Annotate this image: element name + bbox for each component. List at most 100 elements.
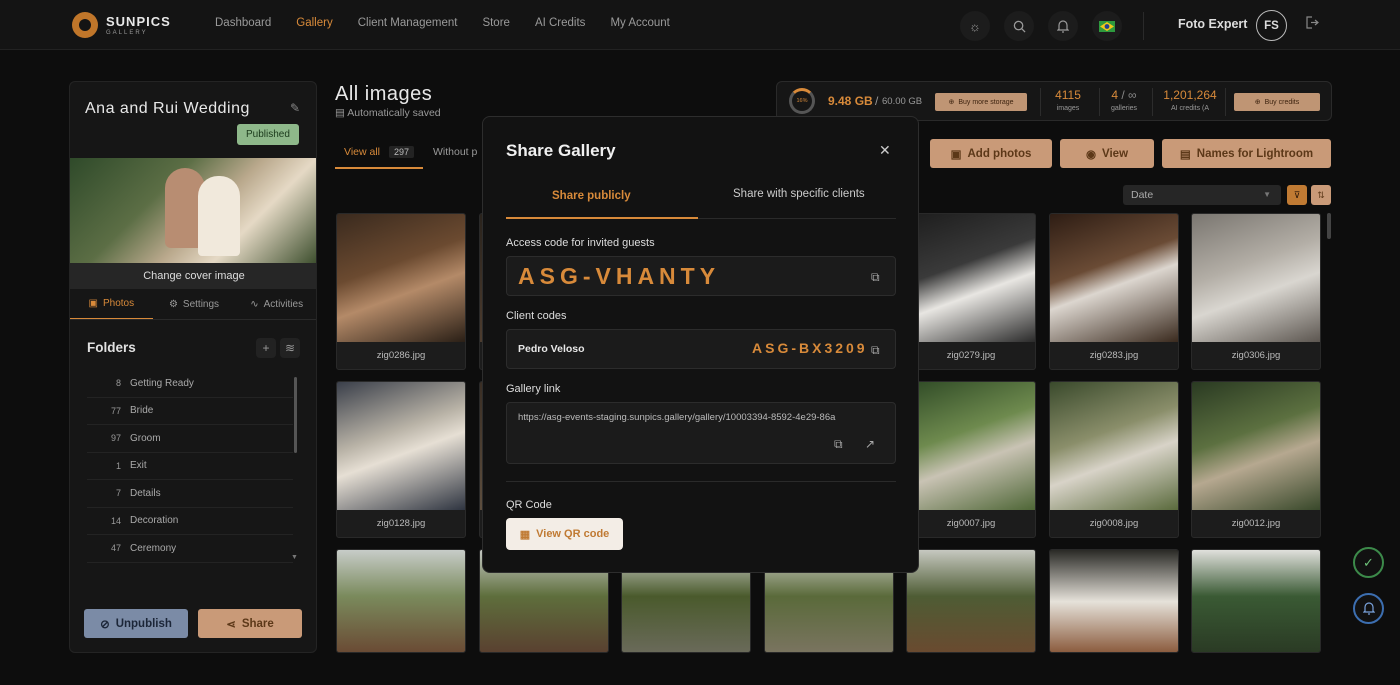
photo-card[interactable] [1049,549,1179,653]
photo-card[interactable]: zig0283.jpg [1049,213,1179,370]
photo-card[interactable] [1191,549,1321,653]
photo-thumbnail[interactable] [907,550,1035,652]
view-qr-button[interactable]: ▦ View QR code [506,518,623,550]
brazil-flag-icon[interactable] [1092,11,1122,41]
images-count: 4115 [1055,88,1081,102]
client-name: Pedro Veloso [518,343,585,355]
photo-thumbnail[interactable] [1050,214,1178,342]
nav-gallery[interactable]: Gallery [296,17,332,29]
close-icon[interactable]: ✕ [879,142,891,159]
user-name[interactable]: Foto Expert [1178,17,1247,31]
tab-share-publicly[interactable]: Share publicly [552,190,631,202]
scroll-down-icon[interactable]: ▼ [291,554,298,561]
autosave-text: Automatically saved [347,107,441,119]
copy-icon[interactable]: ⧉ [871,343,880,358]
tab-activities[interactable]: ∿ Activities [235,289,316,319]
photo-card[interactable]: zig0128.jpg [336,381,466,538]
photo-thumbnail[interactable] [1050,550,1178,652]
nav-my-account[interactable]: My Account [610,17,669,29]
tab-without[interactable]: Without p [433,146,477,158]
share-button[interactable]: ⋖ Share [198,609,302,638]
photo-card[interactable]: zig0008.jpg [1049,381,1179,538]
copy-icon[interactable]: ⧉ [834,437,843,452]
nav-store[interactable]: Store [482,17,510,29]
sun-theme-icon[interactable]: ☼ [960,11,990,41]
client-code: ASG-BX3209 [752,340,868,356]
notification-bell-icon[interactable] [1353,593,1384,624]
nav-dashboard[interactable]: Dashboard [215,17,271,29]
photo-thumbnail[interactable] [337,382,465,510]
share-icon: ⋖ [226,618,236,631]
photo-thumbnail[interactable] [907,382,1035,510]
photo-filename: zig0279.jpg [946,350,996,361]
folder-item[interactable]: 97 Groom [87,425,293,453]
folder-item[interactable]: 8 Getting Ready [87,370,293,398]
buy-credits-button[interactable]: ⊕ Buy credits [1234,93,1320,111]
folder-item[interactable]: 7 Details [87,480,293,508]
gallery-link[interactable]: https://asg-events-staging.sunpics.galle… [518,412,880,423]
tab-settings[interactable]: ⚙ Settings [153,289,236,319]
photo-filename: zig0128.jpg [376,518,426,529]
photo-thumbnail[interactable] [1192,550,1320,652]
logo[interactable]: SUNPICS GALLERY [72,12,171,38]
buy-storage-button[interactable]: ⊕ Buy more storage [935,93,1027,111]
folder-name: Exit [130,460,147,472]
photo-card[interactable] [336,549,466,653]
folder-item[interactable]: 77 Bride [87,398,293,425]
nav-ai-credits[interactable]: AI Credits [535,17,586,29]
photo-card[interactable]: zig0012.jpg [1191,381,1321,538]
photo-card[interactable]: zig0007.jpg [906,381,1036,538]
copy-icon[interactable]: ⧉ [871,270,880,285]
folders-title: Folders [87,340,136,355]
check-icon[interactable]: ✓ [1353,547,1384,578]
external-link-icon[interactable]: ↗ [865,437,875,451]
search-icon[interactable] [1004,11,1034,41]
folder-item[interactable]: 47 Ceremony [87,535,293,563]
client-codes-label: Client codes [506,310,567,322]
client-code-row: Pedro Veloso ASG-BX3209 ⧉ [506,329,896,369]
names-lightroom-button[interactable]: ▤ Names for Lightroom [1162,139,1331,168]
brand-sub: GALLERY [106,29,148,36]
folder-count: 77 [110,405,121,416]
avatar[interactable]: FS [1256,10,1287,41]
view-button[interactable]: ◉ View [1060,139,1154,168]
photo-thumbnail[interactable] [1192,382,1320,510]
grid-scrollbar[interactable] [1327,213,1331,239]
unpublish-button[interactable]: ⊘ Unpublish [84,609,188,638]
logout-icon[interactable] [1306,16,1319,32]
buy-credits-label: Buy credits [1264,98,1300,106]
photo-card[interactable]: zig0306.jpg [1191,213,1321,370]
galleries-count: 4 [1111,88,1119,102]
filter-icon[interactable]: ⊽ [1287,185,1307,205]
folder-item[interactable]: 14 Decoration [87,508,293,535]
add-folder-icon[interactable]: + [256,338,276,358]
tab-view-all[interactable]: View all [344,146,380,158]
photo-thumbnail[interactable] [337,214,465,342]
cart-icon: ⊕ [948,99,955,106]
photo-card[interactable]: zig0286.jpg [336,213,466,370]
folder-name: Groom [130,432,161,444]
sort-order-icon[interactable]: ⇅ [1311,185,1331,205]
tab-share-clients[interactable]: Share with specific clients [733,188,865,200]
layers-icon[interactable]: ≋ [280,338,300,358]
edit-pencil-icon[interactable]: ✎ [290,101,300,115]
photo-thumbnail[interactable] [1050,382,1178,510]
photo-thumbnail[interactable] [337,550,465,652]
nav-client-management[interactable]: Client Management [358,17,458,29]
add-photos-button[interactable]: ▣ Add photos [930,139,1052,168]
tab-photos[interactable]: ▣ Photos [70,289,153,319]
folder-scrollbar[interactable] [294,377,297,453]
photo-card[interactable] [906,549,1036,653]
stat-credits: 1,201,264 AI credits (A [1161,88,1219,112]
add-photos-label: Add photos [967,147,1032,160]
folder-item[interactable]: 1 Exit [87,453,293,480]
photo-thumbnail[interactable] [1192,214,1320,342]
sort-select[interactable]: Date ▼ [1123,185,1281,205]
qr-icon: ▦ [519,528,531,541]
photo-card[interactable]: zig0279.jpg [906,213,1036,370]
photo-thumbnail[interactable] [907,214,1035,342]
change-cover-button[interactable]: Change cover image [70,263,316,289]
bell-icon[interactable] [1048,11,1078,41]
share-gallery-modal: Share Gallery ✕ Share publicly Share wit… [482,116,919,573]
brand-name: SUNPICS [106,13,171,29]
